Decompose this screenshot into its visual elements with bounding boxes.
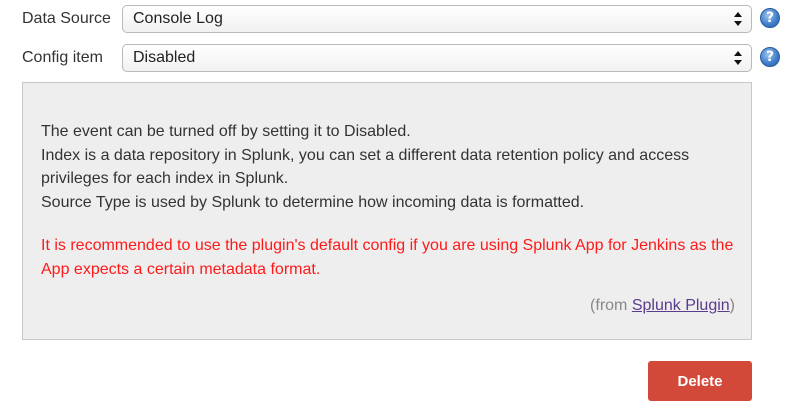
data-source-value: Console Log: [133, 10, 223, 27]
help-source-suffix: ): [729, 297, 735, 314]
config-item-row: Config item Disabled ?: [0, 44, 787, 74]
config-item-value: Disabled: [133, 49, 196, 66]
data-source-label: Data Source: [22, 10, 111, 27]
help-line: Index is a data repository in Splunk, yo…: [41, 146, 690, 188]
help-line: Source Type is used by Splunk to determi…: [41, 193, 585, 211]
data-source-help-icon[interactable]: ?: [760, 8, 780, 28]
up-down-chevron-icon: [734, 12, 742, 26]
help-panel: The event can be turned off by setting i…: [22, 82, 752, 340]
help-source-prefix: (from: [590, 297, 632, 314]
data-source-select[interactable]: Console Log: [122, 5, 752, 33]
help-description: The event can be turned off by setting i…: [41, 120, 741, 214]
data-source-row: Data Source Console Log ?: [0, 5, 787, 35]
config-item-select[interactable]: Disabled: [122, 44, 752, 72]
help-warning: It is recommended to use the plugin's de…: [41, 237, 734, 278]
config-item-label: Config item: [22, 49, 103, 66]
delete-button[interactable]: Delete: [648, 361, 752, 401]
config-item-help-icon[interactable]: ?: [760, 47, 780, 67]
help-line: The event can be turned off by setting i…: [41, 123, 411, 140]
up-down-chevron-icon: [734, 51, 742, 65]
help-source: (from Splunk Plugin): [590, 297, 735, 315]
splunk-plugin-link[interactable]: Splunk Plugin: [632, 297, 730, 314]
